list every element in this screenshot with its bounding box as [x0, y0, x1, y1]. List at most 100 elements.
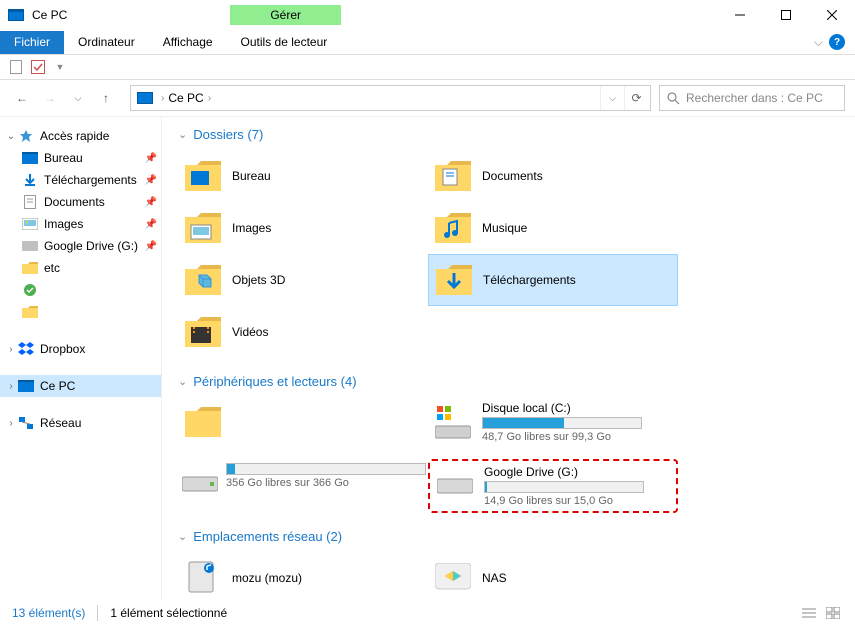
collapse-icon[interactable]: ⌄	[4, 131, 18, 142]
sidebar-dropbox[interactable]: › Dropbox	[0, 338, 161, 360]
recent-dropdown[interactable]: ⌵	[66, 86, 90, 110]
download-icon	[22, 173, 38, 187]
sidebar-item-label: Accès rapide	[40, 129, 109, 143]
close-button[interactable]	[809, 0, 855, 30]
sidebar-item-unknown2[interactable]	[0, 301, 161, 323]
folder-musique[interactable]: Musique	[428, 202, 678, 254]
section-dossiers-header[interactable]: ⌄ Dossiers (7)	[178, 127, 839, 142]
drive-item-unnamed[interactable]: 356 Go libres sur 366 Go	[178, 459, 428, 513]
sidebar-item-bureau[interactable]: Bureau 📌	[0, 147, 161, 169]
drive-capacity-bar	[482, 417, 642, 429]
qat-dropdown-icon[interactable]: ▼	[52, 59, 68, 75]
up-button[interactable]: ↑	[94, 86, 118, 110]
sidebar-item-label: Réseau	[40, 416, 81, 430]
sidebar-item-googledrive[interactable]: Google Drive (G:) 📌	[0, 235, 161, 257]
section-network-header[interactable]: ⌄ Emplacements réseau (2)	[178, 529, 839, 544]
sidebar-item-label: Images	[44, 217, 83, 231]
refresh-button[interactable]: ⟳	[624, 86, 648, 110]
expand-icon[interactable]: ›	[4, 381, 18, 392]
sidebar-item-telechargements[interactable]: Téléchargements 📌	[0, 169, 161, 191]
folder-icon	[182, 401, 224, 443]
documents-folder-icon	[432, 155, 474, 197]
folder-documents[interactable]: Documents	[428, 150, 678, 202]
pc-icon	[8, 9, 24, 21]
search-placeholder: Rechercher dans : Ce PC	[686, 91, 823, 105]
drive-icon	[182, 463, 218, 505]
sidebar-cepc[interactable]: › Ce PC	[0, 375, 161, 397]
sidebar: ⌄ Accès rapide Bureau 📌 Téléchargements …	[0, 117, 162, 599]
drive-free-text: 48,7 Go libres sur 99,3 Go	[482, 431, 674, 443]
sidebar-item-images[interactable]: Images 📌	[0, 213, 161, 235]
breadcrumb-item[interactable]: Ce PC	[168, 91, 203, 105]
network-item-nas[interactable]: NAS	[428, 552, 678, 599]
folder-label: Images	[232, 221, 271, 235]
view-icons-button[interactable]	[823, 604, 843, 622]
folder-images[interactable]: Images	[178, 202, 428, 254]
folder-label: Bureau	[232, 169, 271, 183]
sidebar-item-label: Dropbox	[40, 342, 85, 356]
help-area: ⌵ ?	[814, 34, 855, 50]
back-button[interactable]: ←	[10, 86, 34, 110]
folder-label: Objets 3D	[232, 273, 285, 287]
folder-icon	[22, 305, 38, 319]
window-controls	[717, 0, 855, 30]
folder-icon	[22, 261, 38, 275]
status-selected: 1 élément sélectionné	[110, 606, 227, 620]
pin-icon: 📌	[145, 241, 157, 252]
folder-telechargements[interactable]: Téléchargements	[428, 254, 678, 306]
status-bar: 13 élément(s) 1 élément sélectionné	[0, 600, 855, 626]
folder-bureau[interactable]: Bureau	[178, 150, 428, 202]
drive-name: Disque local (C:)	[482, 401, 674, 415]
main-area: ⌄ Accès rapide Bureau 📌 Téléchargements …	[0, 116, 855, 599]
tab-ordinateur[interactable]: Ordinateur	[64, 31, 149, 54]
manage-tab[interactable]: Gérer	[230, 5, 341, 25]
folder-objets3d[interactable]: Objets 3D	[178, 254, 428, 306]
qat-check-icon[interactable]	[30, 59, 46, 75]
sidebar-item-unknown1[interactable]	[0, 279, 161, 301]
drive-item-floppy[interactable]	[178, 397, 428, 447]
tab-fichier[interactable]: Fichier	[0, 31, 64, 54]
drive-item-googledrive[interactable]: Google Drive (G:) 14,9 Go libres sur 15,…	[428, 459, 678, 513]
folder-videos[interactable]: Vidéos	[178, 306, 428, 358]
drive-free-text: 356 Go libres sur 366 Go	[226, 477, 426, 489]
folders-grid: Bureau Documents Images Musique Objets 3…	[178, 150, 839, 358]
network-item-mozu[interactable]: mozu (mozu)	[178, 552, 428, 599]
tab-affichage[interactable]: Affichage	[149, 31, 227, 54]
sidebar-quick-access[interactable]: ⌄ Accès rapide	[0, 125, 161, 147]
view-details-button[interactable]	[799, 604, 819, 622]
status-separator	[97, 605, 98, 621]
sidebar-reseau[interactable]: › Réseau	[0, 412, 161, 434]
sidebar-item-label: etc	[44, 261, 60, 275]
pin-icon: 📌	[145, 153, 157, 164]
maximize-button[interactable]	[763, 0, 809, 30]
nas-icon	[432, 557, 474, 599]
drive-name: Google Drive (G:)	[484, 465, 672, 479]
expand-icon[interactable]: ›	[4, 344, 18, 355]
expand-icon[interactable]: ›	[4, 418, 18, 429]
minimize-button[interactable]	[717, 0, 763, 30]
drive-free-text: 14,9 Go libres sur 15,0 Go	[484, 495, 672, 507]
tab-outils[interactable]: Outils de lecteur	[227, 31, 342, 54]
sidebar-item-documents[interactable]: Documents 📌	[0, 191, 161, 213]
network-label: NAS	[482, 571, 507, 585]
network-label: mozu (mozu)	[232, 571, 302, 585]
section-title: Emplacements réseau (2)	[193, 529, 342, 544]
breadcrumb-sep-icon: ›	[161, 93, 164, 104]
forward-button[interactable]: →	[38, 86, 62, 110]
sidebar-item-etc[interactable]: etc	[0, 257, 161, 279]
title-bar: Ce PC Gérer	[0, 0, 855, 30]
section-title: Périphériques et lecteurs (4)	[193, 374, 356, 389]
navigation-bar: ← → ⌵ ↑ › Ce PC › ⌵ ⟳ Rechercher dans : …	[0, 80, 855, 116]
qat-blank-icon[interactable]	[8, 59, 24, 75]
address-bar[interactable]: › Ce PC › ⌵ ⟳	[130, 85, 651, 111]
address-dropdown-icon[interactable]: ⌵	[600, 86, 624, 110]
drive-item-c[interactable]: Disque local (C:) 48,7 Go libres sur 99,…	[428, 397, 678, 447]
search-input[interactable]: Rechercher dans : Ce PC	[659, 85, 845, 111]
section-drives-header[interactable]: ⌄ Périphériques et lecteurs (4)	[178, 374, 839, 389]
network-icon	[18, 416, 34, 430]
drive-capacity-bar	[484, 481, 644, 493]
media-device-icon	[182, 557, 224, 599]
help-icon[interactable]: ?	[829, 34, 845, 50]
chevron-down-icon[interactable]: ⌵	[814, 35, 823, 50]
pc-icon	[137, 92, 153, 104]
